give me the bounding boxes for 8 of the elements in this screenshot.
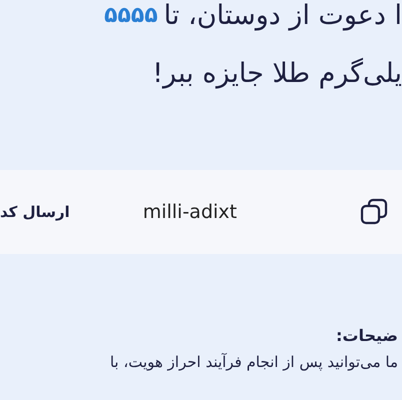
headline-text: ا دعوت از دوستان، تا: [164, 0, 402, 30]
copy-icon[interactable]: [360, 198, 388, 226]
reward-amount: ۵۵۵۵: [104, 2, 158, 28]
referral-code: milli-adixt: [142, 201, 237, 223]
headline-text: یلی‌گرم طلا جایزه ببر!: [152, 58, 402, 88]
notes-text: ما می‌توانید پس از انجام فرآیند احراز هویت، با: [108, 353, 398, 371]
send-code-button[interactable]: ارسال کد: [0, 197, 70, 227]
notes-heading: ضیحات:: [334, 326, 398, 345]
